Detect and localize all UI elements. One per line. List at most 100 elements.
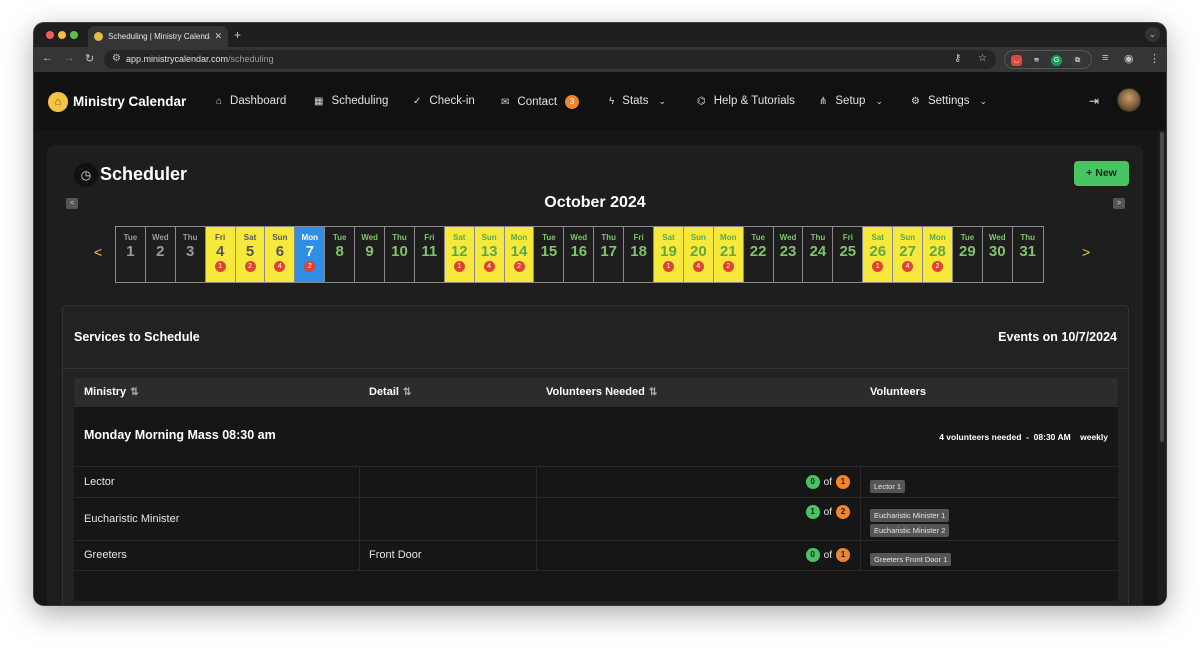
minimize-window-icon[interactable] [58,31,66,39]
avatar[interactable] [1117,88,1141,112]
key-icon[interactable]: ⚷ [954,53,961,64]
nav-dashboard[interactable]: ⌂ Dashboard [216,95,286,107]
calendar-day[interactable]: Mon 7 2 [295,227,326,282]
nav-scheduling[interactable]: ▦ Scheduling [314,95,388,107]
calendar-day[interactable]: Sat 12 1 [444,227,475,282]
logout-icon[interactable]: ⇥ [1089,94,1099,108]
calendar-day-of-week: Mon [301,233,318,242]
close-window-icon[interactable] [46,31,54,39]
table-row[interactable]: Lector 0 of 1 Lector 1 [74,467,1118,498]
next-weeks-arrow[interactable]: > [1082,244,1090,260]
calendar-day[interactable]: Thu 10 [385,227,415,282]
calendar-day[interactable]: Wed 9 [355,227,386,282]
browser-menu-icon[interactable]: ⋮ [1149,52,1160,65]
service-group-row[interactable]: Monday Morning Mass 08:30 am 4 volunteer… [74,407,1118,467]
grammarly-extension-icon[interactable]: G [1051,55,1062,66]
calendar-day-number: 8 [335,243,344,260]
sort-icon[interactable]: ⇅ [130,387,138,398]
calendar-day[interactable]: Wed 23 [773,227,804,282]
url-path: /scheduling [228,54,274,64]
calendar-day[interactable]: Thu 3 [175,227,206,282]
calendar-day-of-week: Thu [392,233,407,242]
calendar-day[interactable]: Sun 27 4 [893,227,924,282]
sort-icon[interactable]: ⇅ [403,387,411,398]
table-row[interactable]: Greeters Front Door 0 of 1 Greeters Front … [74,541,1118,571]
tab-search-icon[interactable]: ⌄ [1145,27,1160,42]
calendar-day[interactable]: Mon 28 2 [923,227,953,282]
calendar-day[interactable]: Mon 14 2 [504,227,535,282]
brand-name[interactable]: Ministry Calendar [73,94,186,109]
site-info-icon[interactable]: ⚙ [112,53,121,64]
calendar-day-number: 30 [988,243,1006,260]
calendar-day[interactable]: Wed 30 [982,227,1013,282]
prev-weeks-arrow[interactable]: < [94,244,102,260]
calendar-day[interactable]: Fri 18 [624,227,655,282]
calendar-day[interactable]: Fri 25 [833,227,864,282]
browser-tab[interactable]: Scheduling | Ministry Calendar ✕ [88,26,228,47]
calendar-day[interactable]: Sun 6 4 [265,227,296,282]
calendar-day[interactable]: Sat 26 1 [863,227,894,282]
filled-count-badge: 1 [805,505,820,519]
calendar-day[interactable]: Fri 4 1 [205,227,236,282]
calendar-day[interactable]: Sun 13 4 [474,227,505,282]
volunteer-tag[interactable]: Greeters Front Door 1 [870,553,952,566]
column-header-detail[interactable]: Detail ⇅ [369,386,411,398]
calendar-day[interactable]: Tue 22 [743,227,774,282]
calendar-day[interactable]: Tue 1 [116,227,146,282]
calendar-day[interactable]: Thu 17 [594,227,625,282]
pocket-extension-icon[interactable]: ◡ [1011,55,1022,66]
calendar-day-number: 25 [839,243,857,260]
table-row[interactable]: Eucharistic Minister 1 of 2 Eucharistic Mi… [74,498,1118,541]
next-month-button[interactable]: > [1113,198,1125,209]
calendar-day[interactable]: Sun 20 4 [683,227,714,282]
volunteer-tags: Eucharistic Minister 2 [870,520,950,538]
logo-icon[interactable]: ⌂ [48,92,68,112]
calendar-day[interactable]: Thu 31 [1012,227,1043,282]
maximize-window-icon[interactable] [70,31,78,39]
profile-icon[interactable]: ◉ [1124,52,1134,65]
address-bar[interactable]: ⚙ app.ministrycalendar.com/scheduling ⚷ … [104,50,996,69]
calendar-day[interactable]: Tue 29 [952,227,983,282]
calendar-day-of-week: Thu [810,233,826,242]
volunteer-tag[interactable]: Lector 1 [870,480,906,493]
sort-icon[interactable]: ⇅ [649,387,657,398]
new-button[interactable]: + New [1074,161,1129,186]
nav-check-in[interactable]: ✓ Check-in [413,95,475,107]
back-icon[interactable]: ← [42,52,53,64]
chevron-down-icon: ⌄ [875,95,883,106]
buffer-extension-icon[interactable]: ≋ [1031,55,1042,66]
nav-setup[interactable]: ⋔ Setup ⌄ [819,95,883,107]
nav-settings[interactable]: ⚙ Settings ⌄ [911,95,987,107]
column-header-volunteers-needed[interactable]: Volunteers Needed ⇅ [546,386,657,398]
ministry-name: Eucharistic Minister [84,513,180,525]
scrollbar-thumb[interactable] [1160,132,1164,442]
table-header: Ministry ⇅ Detail ⇅ Volunteers Needed ⇅ Vol… [74,378,1118,407]
puzzle-extension-icon[interactable]: ⧉ [1072,55,1083,66]
column-header-ministry[interactable]: Ministry ⇅ [84,386,139,398]
close-tab-icon[interactable]: ✕ [214,31,222,42]
forward-icon[interactable]: → [64,52,75,64]
calendar-day-of-week: Fri [424,233,435,242]
page-scrollbar[interactable] [1158,130,1166,605]
volunteer-tag[interactable]: Eucharistic Minister 2 [870,524,950,537]
calendar-day[interactable]: Sat 5 2 [235,227,266,282]
nav-stats[interactable]: ϟ Stats ⌄ [609,95,666,107]
nav-help[interactable]: ⌬ Help & Tutorials [697,95,795,107]
ministry-name: Lector [84,476,115,488]
calendar-day[interactable]: Wed 2 [145,227,176,282]
calendar-day-number: 22 [749,243,767,260]
calendar-day[interactable]: Fri 11 [414,227,445,282]
calendar-day[interactable]: Thu 24 [803,227,834,282]
calendar-day[interactable]: Sat 19 1 [654,227,684,282]
calendar-day[interactable]: Tue 8 [325,227,356,282]
calendar-day[interactable]: Tue 15 [534,227,565,282]
calendar-day[interactable]: Mon 21 2 [713,227,744,282]
reading-list-icon[interactable]: ≡ [1102,52,1108,64]
volunteer-count: 1 of 2 [805,505,850,519]
bookmark-star-icon[interactable]: ☆ [978,53,987,64]
calendar-day[interactable]: Wed 16 [564,227,595,282]
new-tab-icon[interactable]: + [234,28,241,42]
reload-icon[interactable]: ↻ [85,52,94,65]
nav-contact[interactable]: ✉ Contact 3 [501,95,580,109]
column-detail-label: Detail [369,386,399,398]
